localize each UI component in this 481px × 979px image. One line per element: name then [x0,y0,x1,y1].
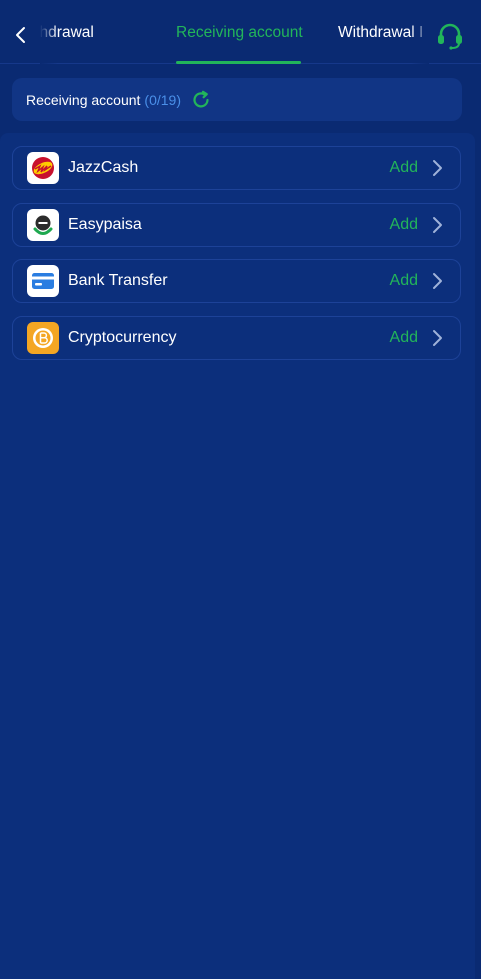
add-button[interactable]: Add [390,272,418,290]
refresh-icon [193,90,209,107]
tab-receiving-account[interactable]: Receiving account [176,24,303,42]
top-bar: t withdrawal Receiving account Withdrawa… [0,0,481,64]
account-method-easypaisa[interactable]: Easypaisa Add [12,203,461,247]
account-method-label: Easypaisa [68,216,142,233]
chevron-right-icon [430,329,444,347]
bitcoin-icon [27,322,59,354]
add-button[interactable]: Add [390,329,418,347]
chevron-right-icon [430,272,444,290]
customer-support-button[interactable] [435,20,465,50]
account-method-label: Bank Transfer [68,272,168,289]
bank-card-icon [27,265,59,297]
add-button[interactable]: Add [390,216,418,234]
back-button[interactable] [8,22,34,48]
add-button[interactable]: Add [390,159,418,177]
refresh-button[interactable] [191,90,211,110]
easypaisa-logo [27,209,59,241]
active-tab-indicator [176,61,301,64]
headset-icon [438,23,462,50]
account-method-label: JazzCash [68,159,139,176]
account-method-bank-transfer[interactable]: Bank Transfer Add [12,259,461,303]
account-method-label: Cryptocurrency [68,329,177,346]
jazzcash-logo [27,152,59,184]
receiving-account-summary: Receiving account (0/19) [12,78,462,121]
account-method-jazzcash[interactable]: JazzCash Add [12,146,461,190]
tab-strip: t withdrawal Receiving account Withdrawa… [40,0,429,64]
chevron-right-icon [430,216,444,234]
summary-label: Receiving account [26,91,141,108]
account-method-cryptocurrency[interactable]: Cryptocurrency Add [12,316,461,360]
chevron-left-icon [16,27,25,43]
chevron-right-icon [430,159,444,177]
account-count: (0/19) [144,91,181,108]
